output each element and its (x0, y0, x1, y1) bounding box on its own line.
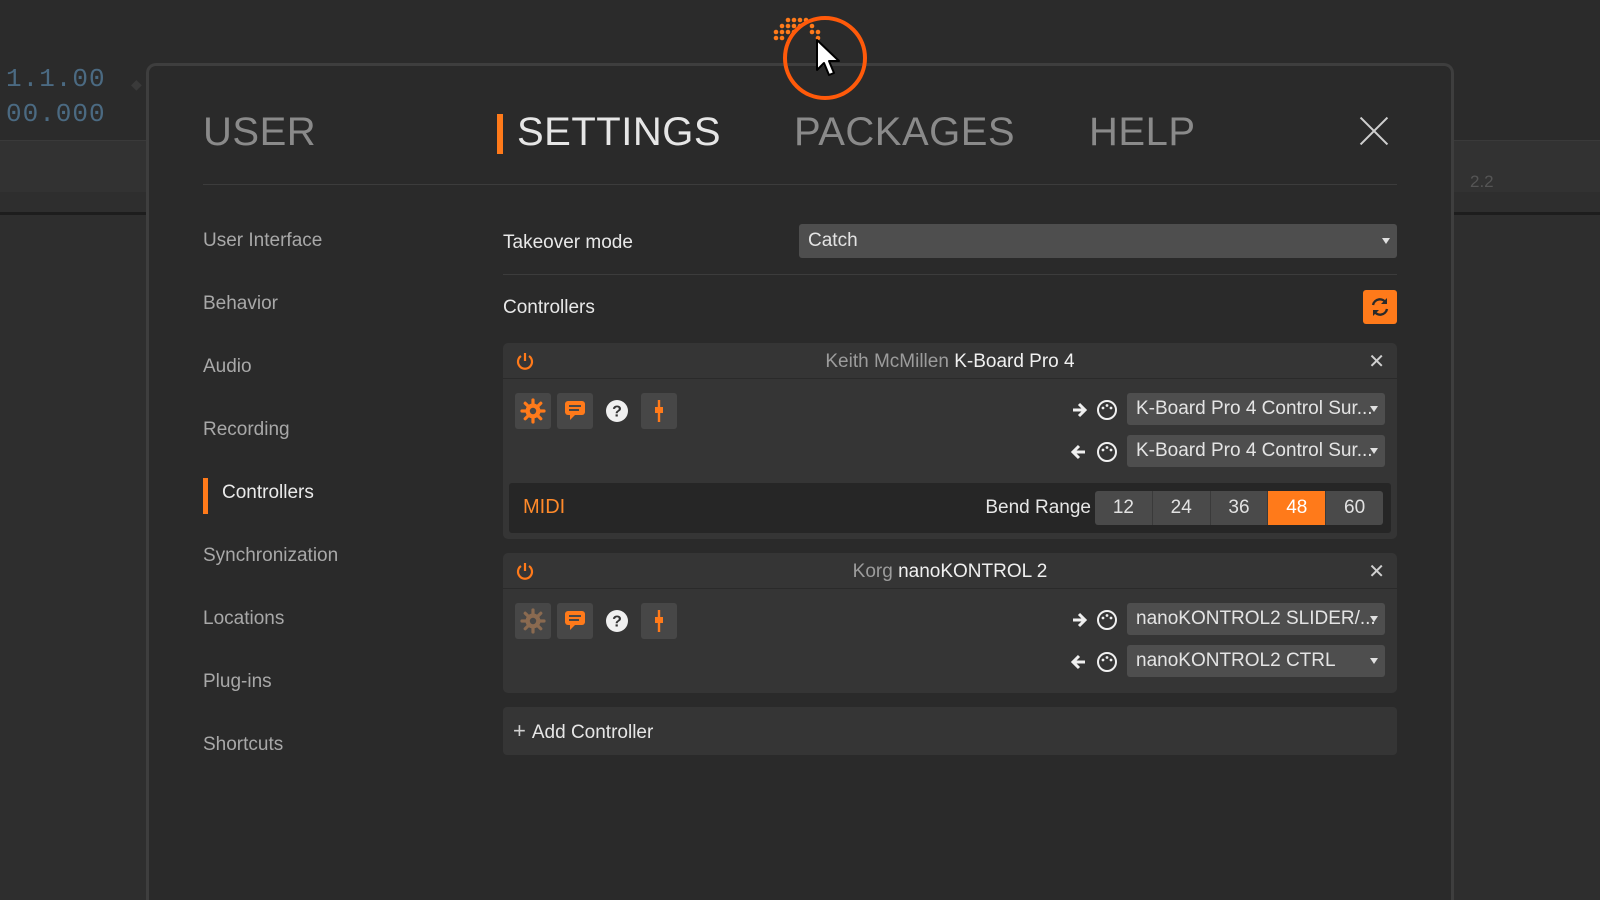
input-port-row: nanoKONTROL2 SLIDER/... (1071, 603, 1385, 635)
marker-icon: ◆ (131, 76, 142, 92)
arrow-left-icon (1071, 652, 1117, 672)
controllers-header: Controllers (503, 275, 1397, 343)
input-port-row: K-Board Pro 4 Control Sur... (1071, 393, 1385, 425)
pin-icon[interactable] (641, 603, 677, 639)
bend-range-option-selected[interactable]: 48 (1268, 491, 1327, 525)
output-port-value: nanoKONTROL2 CTRL (1136, 650, 1336, 671)
bend-range-selector: 12 24 36 48 60 (1095, 491, 1383, 525)
time-display-seconds: 00.000 (6, 99, 106, 129)
controller-model: nanoKONTROL 2 (898, 561, 1048, 582)
bend-range-option[interactable]: 24 (1153, 491, 1211, 525)
controller-card-body: ? (503, 379, 1397, 539)
svg-text:?: ? (612, 614, 622, 631)
add-controller-button[interactable]: + Add Controller (503, 707, 1397, 755)
svg-text:?: ? (612, 404, 622, 421)
controllers-label: Controllers (503, 297, 595, 318)
bend-range-option[interactable]: 12 (1095, 491, 1153, 525)
sidebar-item-recording[interactable]: Recording (203, 415, 463, 478)
arrow-right-icon (1073, 610, 1117, 630)
settings-main: Takeover mode Catch Controllers Keith Mc… (503, 224, 1397, 755)
arrow-right-icon (1073, 400, 1117, 420)
dashboard-dialog: USER SETTINGS PACKAGES HELP User Interfa… (146, 63, 1454, 900)
refresh-button[interactable] (1363, 290, 1397, 324)
output-port-value: K-Board Pro 4 Control Sur... (1136, 440, 1373, 461)
sidebar-item-controllers[interactable]: Controllers (203, 478, 463, 541)
controller-vendor: Korg (852, 561, 893, 582)
close-icon[interactable] (1359, 116, 1389, 146)
output-port-row: nanoKONTROL2 CTRL (1071, 645, 1385, 677)
input-port-select[interactable]: nanoKONTROL2 SLIDER/... (1127, 603, 1385, 635)
remove-controller-icon[interactable]: ✕ (1368, 349, 1385, 374)
controller-model: K-Board Pro 4 (954, 351, 1075, 372)
chevron-down-icon (1382, 238, 1390, 244)
output-port-select[interactable]: nanoKONTROL2 CTRL (1127, 645, 1385, 677)
refresh-icon (1371, 298, 1389, 316)
midi-label: MIDI (523, 496, 566, 518)
sidebar-item-user-interface[interactable]: User Interface (203, 226, 463, 289)
active-tab-marker (497, 114, 503, 154)
input-port-value: K-Board Pro 4 Control Sur... (1136, 398, 1373, 419)
chevron-down-icon (1370, 658, 1378, 664)
takeover-mode-select[interactable]: Catch (799, 224, 1397, 258)
output-port-row: K-Board Pro 4 Control Sur... (1071, 435, 1385, 467)
takeover-label: Takeover mode (503, 232, 633, 253)
sidebar-item-synchronization[interactable]: Synchronization (203, 541, 463, 604)
input-port-value: nanoKONTROL2 SLIDER/... (1136, 608, 1376, 629)
bend-range-option[interactable]: 60 (1326, 491, 1383, 525)
tab-settings-label: SETTINGS (517, 110, 722, 154)
help-icon[interactable]: ? (599, 393, 635, 429)
controller-card-header: Keith McMillen K-Board Pro 4 ✕ (503, 343, 1397, 379)
controller-title: Keith McMillen K-Board Pro 4 (503, 351, 1397, 373)
tab-settings[interactable]: SETTINGS (497, 104, 722, 160)
sidebar-item-shortcuts[interactable]: Shortcuts (203, 730, 463, 793)
sidebar-item-behavior[interactable]: Behavior (203, 289, 463, 352)
time-display-bars: 1.1.00 (6, 64, 106, 94)
chat-icon[interactable] (557, 393, 593, 429)
chevron-down-icon (1370, 406, 1378, 412)
remove-controller-icon[interactable]: ✕ (1368, 559, 1385, 584)
controller-card-body: ? (503, 589, 1397, 693)
tab-help[interactable]: HELP (1089, 104, 1196, 160)
add-controller-label: Add Controller (531, 722, 654, 743)
controller-card: Korg nanoKONTROL 2 ✕ ? nanoKONTROL2 SLID… (503, 553, 1397, 693)
ruler-label: 2.2 (1470, 172, 1494, 191)
gear-icon[interactable] (515, 603, 551, 639)
midi-settings-bar: MIDI Bend Range 12 24 36 48 60 (509, 483, 1391, 533)
plus-icon: + (513, 718, 526, 743)
controller-card: Keith McMillen K-Board Pro 4 ✕ ? K-Board… (503, 343, 1397, 539)
arrow-left-icon (1071, 442, 1117, 462)
input-port-select[interactable]: K-Board Pro 4 Control Sur... (1127, 393, 1385, 425)
help-icon[interactable]: ? (599, 603, 635, 639)
output-port-select[interactable]: K-Board Pro 4 Control Sur... (1127, 435, 1385, 467)
mouse-pointer-icon (816, 39, 840, 76)
controller-card-header: Korg nanoKONTROL 2 ✕ (503, 553, 1397, 589)
controller-title: Korg nanoKONTROL 2 (503, 561, 1397, 583)
bend-range-option[interactable]: 36 (1211, 491, 1269, 525)
settings-sidebar: User Interface Behavior Audio Recording … (203, 226, 463, 793)
dashboard-tabs: USER SETTINGS PACKAGES HELP (203, 104, 1389, 164)
chevron-down-icon (1370, 616, 1378, 622)
sidebar-item-locations[interactable]: Locations (203, 604, 463, 667)
sidebar-item-audio[interactable]: Audio (203, 352, 463, 415)
controller-vendor: Keith McMillen (825, 351, 949, 372)
takeover-mode-value: Catch (808, 230, 858, 251)
chat-icon[interactable] (557, 603, 593, 639)
tabs-divider (203, 184, 1397, 185)
pin-icon[interactable] (641, 393, 677, 429)
takeover-row: Takeover mode Catch (503, 224, 1397, 274)
bend-range-label: Bend Range (985, 497, 1091, 518)
gear-icon[interactable] (515, 393, 551, 429)
tab-packages[interactable]: PACKAGES (794, 104, 1015, 160)
sidebar-item-plug-ins[interactable]: Plug-ins (203, 667, 463, 730)
chevron-down-icon (1370, 448, 1378, 454)
tab-user[interactable]: USER (203, 104, 316, 160)
